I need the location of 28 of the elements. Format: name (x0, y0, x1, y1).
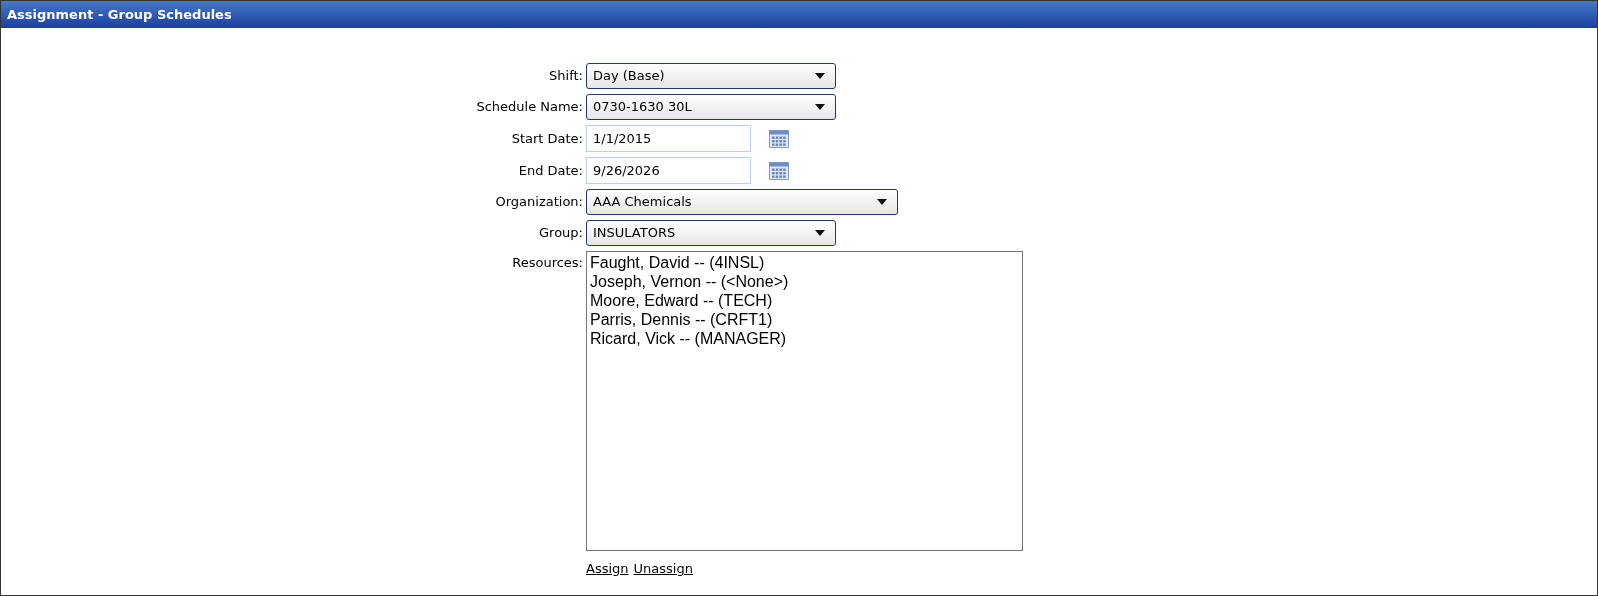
dropdown[interactable]: Day (Base) (586, 63, 836, 89)
window-title: Assignment - Group Schedules (1, 1, 1597, 28)
field-label: Start Date: (510, 129, 583, 148)
field-label: Group: (538, 224, 583, 243)
caret-icon (815, 73, 825, 79)
field-label: Shift: (548, 67, 583, 86)
date-field[interactable]: 9/26/2026 (586, 157, 751, 184)
resource-listbox[interactable]: Faught, David -- (4INSL) Joseph, Vernon -- (<None>) Moore, Edward -- (TECH) Parris, Dennis -- (CRFT1) Ricard, Vick -- (MANAGER) (586, 251, 1023, 551)
resource-option[interactable]: Parris, Dennis -- (CRFT1) (590, 310, 773, 329)
action-link[interactable]: Unassign (633, 559, 693, 579)
resource-option[interactable]: Joseph, Vernon -- (<None>) (590, 272, 789, 291)
field-label: Resources: (511, 254, 583, 272)
caret-icon (815, 230, 825, 236)
calendar-icon[interactable] (769, 161, 789, 180)
caret-icon (877, 199, 887, 205)
field-label: End Date: (517, 161, 583, 180)
resource-option[interactable]: Faught, David -- (4INSL) (590, 253, 765, 272)
dropdown[interactable]: 0730-1630 30L (586, 94, 836, 120)
caret-icon (815, 104, 825, 110)
calendar-icon[interactable] (769, 129, 789, 148)
dropdown[interactable]: INSULATORS (586, 220, 836, 246)
resource-option[interactable]: Moore, Edward -- (TECH) (590, 291, 773, 310)
date-field[interactable]: 1/1/2015 (586, 125, 751, 152)
field-label: Schedule Name: (475, 98, 583, 117)
resource-option[interactable]: Ricard, Vick -- (MANAGER) (590, 329, 787, 348)
field-label: Organization: (494, 193, 583, 212)
action-link[interactable]: Assign (586, 559, 629, 579)
dropdown[interactable]: AAA Chemicals (586, 189, 898, 215)
